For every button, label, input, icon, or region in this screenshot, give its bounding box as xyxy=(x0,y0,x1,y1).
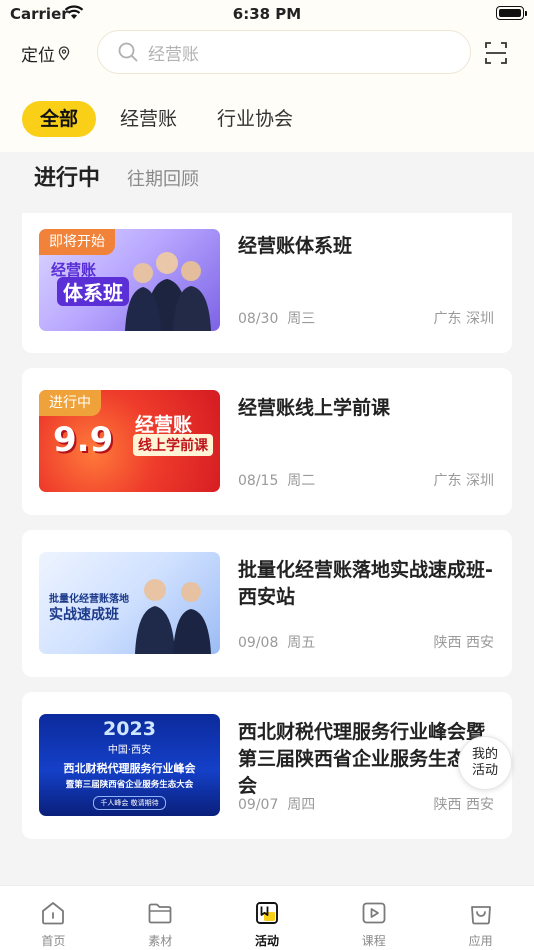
event-thumbnail: 批量化经营账落地 实战速成班 xyxy=(39,552,220,654)
event-date: 08/30 周三 xyxy=(238,308,315,328)
status-badge: 进行中 xyxy=(39,390,101,416)
province-value: 广东 xyxy=(433,311,462,327)
date-value: 09/07 xyxy=(238,797,279,813)
event-card[interactable]: 批量化经营账落地 实战速成班 批量化经营账落地实战速成班-西安站 09/08 周… xyxy=(22,530,512,677)
tab-activities[interactable]: 活动 xyxy=(214,886,321,950)
my-events-label-1: 我的 xyxy=(471,747,498,762)
scan-icon[interactable] xyxy=(485,42,507,64)
my-events-button[interactable]: 我的 活动 xyxy=(458,736,512,790)
thumb-year: 2023 xyxy=(103,718,156,740)
tab-label: 应用 xyxy=(468,934,493,948)
event-thumbnail: 2023 中国·西安 西北财税代理服务行业峰会 暨第三届陕西省企业服务生态大会 … xyxy=(39,714,220,816)
thumb-title-2: 体系班 xyxy=(57,277,129,306)
date-value: 08/15 xyxy=(238,473,279,489)
category-tabs: 全部 经营账 行业协会 xyxy=(22,101,293,137)
location-button[interactable]: 定位 xyxy=(21,41,70,66)
tab-label: 课程 xyxy=(361,934,386,948)
tab-home[interactable]: 首页 xyxy=(0,886,107,950)
status-bar: Carrier 6:38 PM xyxy=(0,0,534,28)
bottom-tab-bar: 首页 素材 活动 课程 应用 xyxy=(0,885,534,950)
weekday-value: 周五 xyxy=(287,635,316,651)
city-value: 西安 xyxy=(466,635,494,651)
weekday-value: 周二 xyxy=(287,473,316,489)
folder-icon xyxy=(148,903,172,924)
header: 定位 经营账 全部 经营账 行业协会 xyxy=(0,28,534,152)
event-card[interactable]: 2023 中国·西安 西北财税代理服务行业峰会 暨第三届陕西省企业服务生态大会 … xyxy=(22,692,512,839)
event-location: 广东 深圳 xyxy=(434,470,494,490)
province-value: 陕西 xyxy=(433,797,462,813)
search-placeholder: 经营账 xyxy=(148,44,199,65)
province-value: 广东 xyxy=(433,473,462,489)
tab-industry-association[interactable]: 行业协会 xyxy=(217,101,293,137)
event-card[interactable]: 9.9 经营账 线上学前课 进行中 经营账线上学前课 08/15 周二 广东 深… xyxy=(22,368,512,515)
tab-label: 素材 xyxy=(148,934,173,948)
event-date: 08/15 周二 xyxy=(238,470,315,490)
event-title: 经营账线上学前课 xyxy=(238,397,391,419)
search-icon xyxy=(118,42,138,62)
search-bar[interactable]: 经营账 xyxy=(97,30,471,74)
thumb-title-1: 西北财税代理服务行业峰会 xyxy=(63,762,196,775)
thumb-price: 9.9 xyxy=(53,420,114,460)
thumb-city: 中国·西安 xyxy=(107,745,152,756)
battery-icon xyxy=(496,6,527,20)
event-date: 09/08 周五 xyxy=(238,632,315,652)
clock: 6:38 PM xyxy=(232,5,302,23)
tab-materials[interactable]: 素材 xyxy=(107,886,214,950)
event-date: 09/07 周四 xyxy=(238,794,315,814)
play-icon xyxy=(362,902,386,924)
tab-label: 首页 xyxy=(41,934,66,948)
subtab-past[interactable]: 往期回顾 xyxy=(127,165,199,191)
home-icon xyxy=(42,902,65,925)
location-label: 定位 xyxy=(21,46,55,66)
date-value: 09/08 xyxy=(238,635,279,651)
event-title: 批量化经营账落地实战速成班-西安站 xyxy=(238,559,493,608)
tab-courses[interactable]: 课程 xyxy=(320,886,427,950)
bag-icon xyxy=(470,906,491,925)
city-value: 深圳 xyxy=(466,311,494,327)
tab-apps[interactable]: 应用 xyxy=(427,886,534,950)
subtab-ongoing[interactable]: 进行中 xyxy=(34,160,100,192)
city-value: 深圳 xyxy=(466,473,494,489)
thumb-title-2: 线上学前课 xyxy=(133,434,213,456)
location-pin-icon xyxy=(58,46,70,61)
event-thumbnail: 9.9 经营账 线上学前课 进行中 xyxy=(39,390,220,492)
event-card[interactable]: 经营账 体系班 即将开始 经营账体系班 08/30 周三 广东 深圳 xyxy=(22,213,512,353)
tab-business-ledger[interactable]: 经营账 xyxy=(120,101,177,137)
thumb-title-1: 批量化经营账落地 xyxy=(49,594,129,605)
thumb-title-1: 经营账 xyxy=(135,414,193,436)
thumb-title-2: 实战速成班 xyxy=(49,607,119,623)
city-value: 西安 xyxy=(466,797,494,813)
thumb-tagline: 千人峰会 敬请期待 xyxy=(93,796,166,810)
event-location: 广东 深圳 xyxy=(434,308,494,328)
activity-icon xyxy=(256,902,278,924)
status-subtabs: 进行中 往期回顾 xyxy=(34,160,199,192)
event-location: 陕西 西安 xyxy=(434,794,494,814)
event-thumbnail: 经营账 体系班 即将开始 xyxy=(39,229,220,331)
tab-label: 活动 xyxy=(254,934,279,948)
thumb-title-2: 暨第三届陕西省企业服务生态大会 xyxy=(65,780,194,790)
event-title: 经营账体系班 xyxy=(238,235,353,257)
tab-all[interactable]: 全部 xyxy=(22,101,96,137)
my-events-label-2: 活动 xyxy=(471,763,498,778)
event-location: 陕西 西安 xyxy=(434,632,494,652)
status-badge: 即将开始 xyxy=(39,229,115,255)
province-value: 陕西 xyxy=(433,635,462,651)
weekday-value: 周三 xyxy=(287,311,316,327)
date-value: 08/30 xyxy=(238,311,279,327)
weekday-value: 周四 xyxy=(287,797,316,813)
